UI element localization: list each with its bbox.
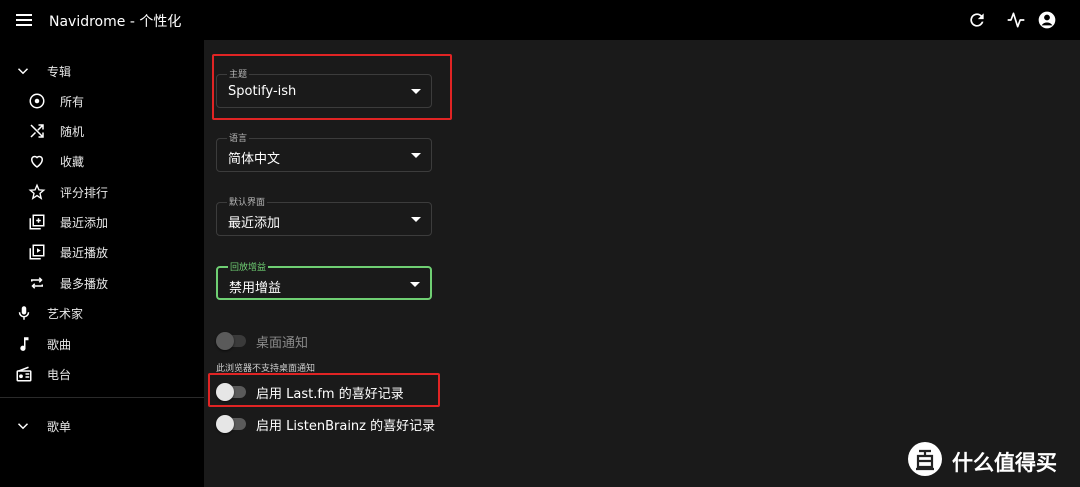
toggle-knob xyxy=(216,415,234,433)
sidebar-item-songs[interactable]: 歌曲 xyxy=(0,330,204,358)
language-label: 语言 xyxy=(227,131,250,144)
desktop-notify-toggle[interactable]: 桌面通知 xyxy=(216,329,416,351)
theme-select[interactable]: 主题 Spotify-ish xyxy=(216,67,432,108)
activity-icon[interactable] xyxy=(1006,10,1026,30)
dropdown-caret-icon xyxy=(411,217,421,222)
theme-value: Spotify-ish xyxy=(228,84,297,99)
watermark-text: 什么值得买 xyxy=(952,451,1057,475)
sidebar-item-all[interactable]: 所有 xyxy=(0,87,204,115)
sidebar-item-label: 评分排行 xyxy=(60,186,109,200)
lastfm-scrobble-label: 启用 Last.fm 的喜好记录 xyxy=(256,387,404,402)
sidebar-item-label: 歌单 xyxy=(47,420,72,434)
refresh-icon[interactable] xyxy=(967,10,987,30)
sidebar-item-recently-played[interactable]: 最近播放 xyxy=(0,238,204,266)
sidebar-item-label: 专辑 xyxy=(47,65,72,79)
sidebar-item-label: 随机 xyxy=(60,125,85,139)
watermark-logo xyxy=(908,442,942,476)
radio-icon xyxy=(15,365,33,383)
mic-icon xyxy=(15,304,33,322)
sidebar-item-label: 电台 xyxy=(47,368,72,382)
shuffle-icon xyxy=(28,122,46,140)
sidebar-item-favorites[interactable]: 收藏 xyxy=(0,147,204,175)
sidebar-section-albums[interactable]: 专辑 xyxy=(0,57,204,85)
sidebar-item-radio[interactable]: 电台 xyxy=(0,360,204,388)
replay-gain-select[interactable]: 回放增益 禁用增益 xyxy=(216,260,432,300)
theme-label: 主题 xyxy=(227,67,250,80)
star-icon xyxy=(28,183,46,201)
sidebar: 专辑 所有 随机 收藏 评分排行 最近添加 最近播放 最多播放 艺术家 歌曲 电… xyxy=(0,40,204,487)
sidebar-item-random[interactable]: 随机 xyxy=(0,117,204,145)
chevron-down-icon xyxy=(14,417,32,435)
sidebar-item-label: 歌曲 xyxy=(47,338,72,352)
sidebar-item-label: 艺术家 xyxy=(47,307,84,321)
language-value: 简体中文 xyxy=(228,152,281,167)
default-view-select[interactable]: 默认界面 最近添加 xyxy=(216,195,432,236)
desktop-notify-label: 桌面通知 xyxy=(256,336,309,351)
language-select[interactable]: 语言 简体中文 xyxy=(216,131,432,172)
listenbrainz-scrobble-label: 启用 ListenBrainz 的喜好记录 xyxy=(256,419,436,434)
sidebar-item-label: 收藏 xyxy=(60,155,85,169)
sidebar-divider xyxy=(0,397,204,398)
replay-gain-value: 禁用增益 xyxy=(229,281,282,296)
sidebar-item-label: 最近添加 xyxy=(60,216,109,230)
account-icon[interactable] xyxy=(1037,10,1057,30)
sidebar-item-label: 最近播放 xyxy=(60,246,109,260)
sidebar-item-artists[interactable]: 艺术家 xyxy=(0,299,204,327)
default-view-value: 最近添加 xyxy=(228,216,281,231)
dropdown-caret-icon xyxy=(410,282,420,287)
dropdown-caret-icon xyxy=(411,89,421,94)
heart-icon xyxy=(28,152,46,170)
repeat-icon xyxy=(28,274,46,292)
sidebar-item-label: 最多播放 xyxy=(60,277,109,291)
replay-gain-label: 回放增益 xyxy=(228,260,269,273)
sidebar-item-top-rated[interactable]: 评分排行 xyxy=(0,178,204,206)
sidebar-item-label: 所有 xyxy=(60,95,85,109)
music-note-icon xyxy=(15,335,33,353)
page-title: Navidrome - 个性化 xyxy=(49,14,182,30)
video-library-icon xyxy=(28,243,46,261)
toggle-knob xyxy=(216,332,234,350)
dropdown-caret-icon xyxy=(411,153,421,158)
sidebar-item-recently-added[interactable]: 最近添加 xyxy=(0,208,204,236)
app-bar: Navidrome - 个性化 xyxy=(0,0,1080,40)
personal-settings-panel: 主题 Spotify-ish 语言 简体中文 默认界面 最近添加 回放增益 禁用… xyxy=(204,40,1080,487)
default-view-label: 默认界面 xyxy=(227,195,268,208)
sidebar-section-playlists[interactable]: 歌单 xyxy=(0,412,204,440)
menu-icon[interactable] xyxy=(14,10,34,30)
desktop-notify-helper: 此浏览器不支持桌面通知 xyxy=(216,364,316,374)
toggle-knob xyxy=(216,383,234,401)
lastfm-scrobble-toggle[interactable]: 启用 Last.fm 的喜好记录 xyxy=(216,380,431,402)
album-icon xyxy=(28,92,46,110)
chevron-down-icon xyxy=(14,62,32,80)
library-add-icon xyxy=(28,213,46,231)
sidebar-item-most-played[interactable]: 最多播放 xyxy=(0,269,204,297)
listenbrainz-scrobble-toggle[interactable]: 启用 ListenBrainz 的喜好记录 xyxy=(216,412,456,434)
